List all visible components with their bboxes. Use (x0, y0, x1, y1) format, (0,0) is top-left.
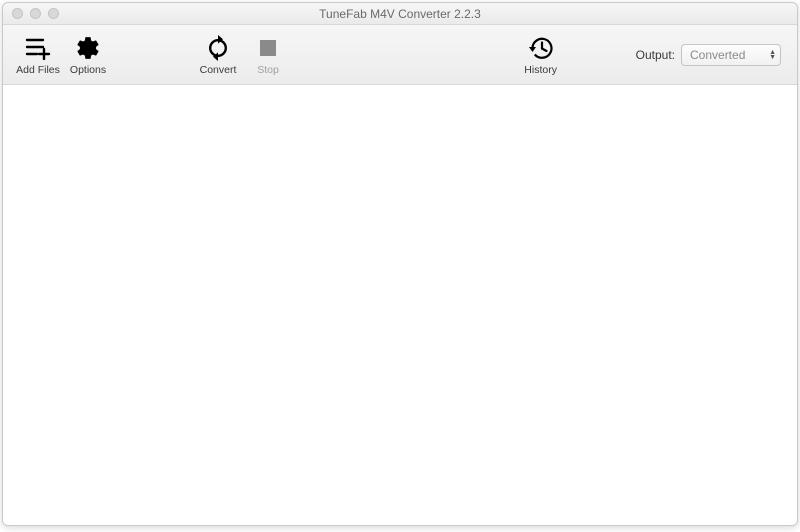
output-area: Output: Converted ▲▼ (636, 44, 787, 66)
traffic-lights (3, 8, 59, 19)
toolbar: Add Files Options (3, 25, 797, 85)
output-label: Output: (636, 48, 675, 62)
chevron-up-down-icon: ▲▼ (769, 50, 776, 60)
content-area (3, 85, 797, 525)
convert-button[interactable]: Convert (193, 34, 243, 76)
zoom-window-button[interactable] (48, 8, 59, 19)
stop-label: Stop (257, 64, 279, 76)
add-files-button[interactable]: Add Files (13, 34, 63, 76)
app-window: TuneFab M4V Converter 2.2.3 Add Files (2, 2, 798, 526)
window-title: TuneFab M4V Converter 2.2.3 (3, 7, 797, 21)
close-window-button[interactable] (12, 8, 23, 19)
toolbar-group-history: History (516, 34, 566, 76)
add-files-icon (24, 34, 52, 62)
toolbar-group-mid: Convert Stop (193, 34, 293, 76)
history-icon (527, 34, 555, 62)
convert-icon (204, 34, 232, 62)
titlebar: TuneFab M4V Converter 2.2.3 (3, 3, 797, 25)
output-select[interactable]: Converted ▲▼ (681, 44, 781, 66)
convert-label: Convert (200, 64, 237, 76)
minimize-window-button[interactable] (30, 8, 41, 19)
history-button[interactable]: History (516, 34, 566, 76)
toolbar-group-left: Add Files Options (13, 34, 113, 76)
stop-icon (254, 34, 282, 62)
options-button[interactable]: Options (63, 34, 113, 76)
history-label: History (524, 64, 557, 76)
gear-icon (74, 34, 102, 62)
options-label: Options (70, 64, 106, 76)
output-selected-value: Converted (690, 48, 745, 62)
add-files-label: Add Files (16, 64, 60, 76)
stop-button: Stop (243, 34, 293, 76)
